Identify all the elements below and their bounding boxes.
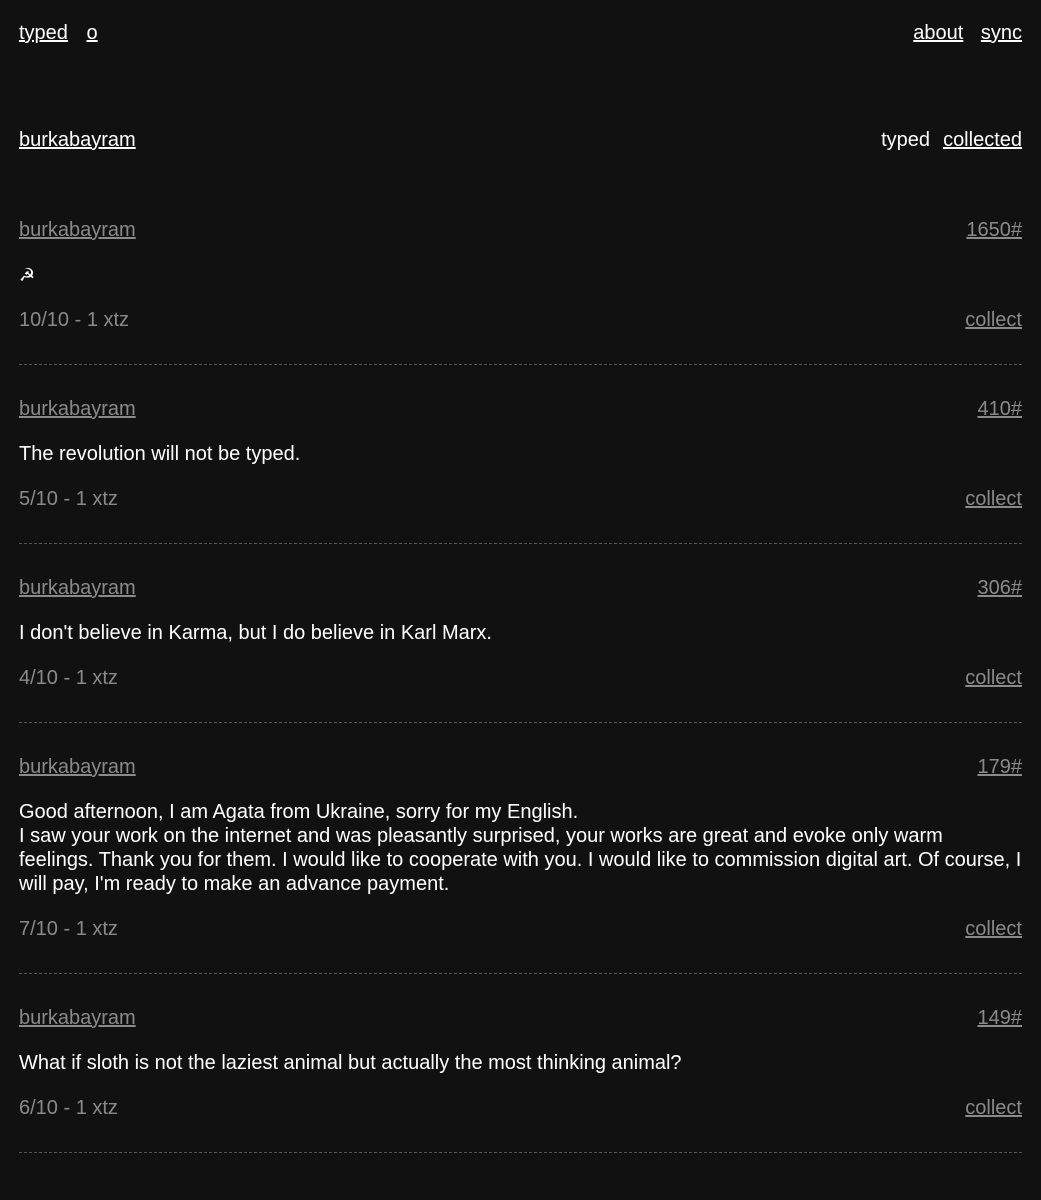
- post-item: burkabayram 149# What if sloth is not th…: [19, 1006, 1022, 1153]
- post-id-link[interactable]: 410#: [978, 397, 1023, 421]
- post-text: What if sloth is not the laziest animal …: [19, 1052, 682, 1074]
- nav-right: about sync: [901, 21, 1022, 45]
- post-footer: 4/10 - 1 xtz collect: [19, 666, 1022, 690]
- post-header: burkabayram 306#: [19, 576, 1022, 600]
- post-id-link[interactable]: 149#: [978, 1006, 1023, 1030]
- post-header: burkabayram 179#: [19, 755, 1022, 779]
- post-id-link[interactable]: 306#: [978, 576, 1023, 600]
- post-item: burkabayram 179# Good afternoon, I am Ag…: [19, 755, 1022, 974]
- post-text: I don't believe in Karma, but I do belie…: [19, 622, 492, 644]
- profile-name-link[interactable]: burkabayram: [19, 128, 136, 152]
- post-text: Good afternoon, I am Agata from Ukraine,…: [19, 801, 1022, 895]
- post-edition: 4/10 - 1 xtz: [19, 667, 118, 689]
- post-edition: 10/10 - 1 xtz: [19, 309, 130, 331]
- tab-typed-active: typed: [881, 129, 931, 151]
- collect-button[interactable]: collect: [965, 308, 1022, 332]
- post-edition: 5/10 - 1 xtz: [19, 488, 118, 510]
- post-item: burkabayram 410# The revolution will not…: [19, 397, 1022, 544]
- post-footer: 7/10 - 1 xtz collect: [19, 917, 1022, 941]
- post-author-link[interactable]: burkabayram: [19, 576, 136, 600]
- collect-button[interactable]: collect: [965, 666, 1022, 690]
- nav-link-typed[interactable]: typed: [19, 22, 68, 44]
- hammer-sickle-glyph: ☭: [19, 265, 36, 285]
- post-edition: 6/10 - 1 xtz: [19, 1097, 118, 1119]
- nav-link-o[interactable]: o: [87, 22, 98, 44]
- nav-left: typed o: [19, 21, 111, 45]
- post-author-link[interactable]: burkabayram: [19, 397, 136, 421]
- post-header: burkabayram 1650#: [19, 218, 1022, 242]
- post-edition: 7/10 - 1 xtz: [19, 918, 118, 940]
- post-item: burkabayram 306# I don't believe in Karm…: [19, 576, 1022, 723]
- post-id-link[interactable]: 1650#: [966, 218, 1022, 242]
- post-footer: 10/10 - 1 xtz collect: [19, 308, 1022, 332]
- profile-header: burkabayram typed collected: [19, 128, 1022, 152]
- post-author-link[interactable]: burkabayram: [19, 1006, 136, 1030]
- post-footer: 5/10 - 1 xtz collect: [19, 487, 1022, 511]
- nav-link-sync[interactable]: sync: [981, 22, 1022, 44]
- post-header: burkabayram 410#: [19, 397, 1022, 421]
- profile-tabs: typed collected: [881, 128, 1022, 152]
- collect-button[interactable]: collect: [965, 487, 1022, 511]
- post-header: burkabayram 149#: [19, 1006, 1022, 1030]
- collect-button[interactable]: collect: [965, 1096, 1022, 1120]
- tab-collected[interactable]: collected: [943, 129, 1022, 151]
- nav-link-about[interactable]: about: [913, 22, 963, 44]
- collect-button[interactable]: collect: [965, 917, 1022, 941]
- post-text: The revolution will not be typed.: [19, 443, 301, 465]
- post-id-link[interactable]: 179#: [978, 755, 1023, 779]
- post-author-link[interactable]: burkabayram: [19, 755, 136, 779]
- post-item: burkabayram 1650# ☭ 10/10 - 1 xtz collec…: [19, 218, 1022, 365]
- post-feed: burkabayram 1650# ☭ 10/10 - 1 xtz collec…: [19, 218, 1022, 1185]
- top-navigation: typed o about sync: [19, 21, 1022, 45]
- post-text: ☭: [19, 263, 1022, 287]
- post-footer: 6/10 - 1 xtz collect: [19, 1096, 1022, 1120]
- post-author-link[interactable]: burkabayram: [19, 218, 136, 242]
